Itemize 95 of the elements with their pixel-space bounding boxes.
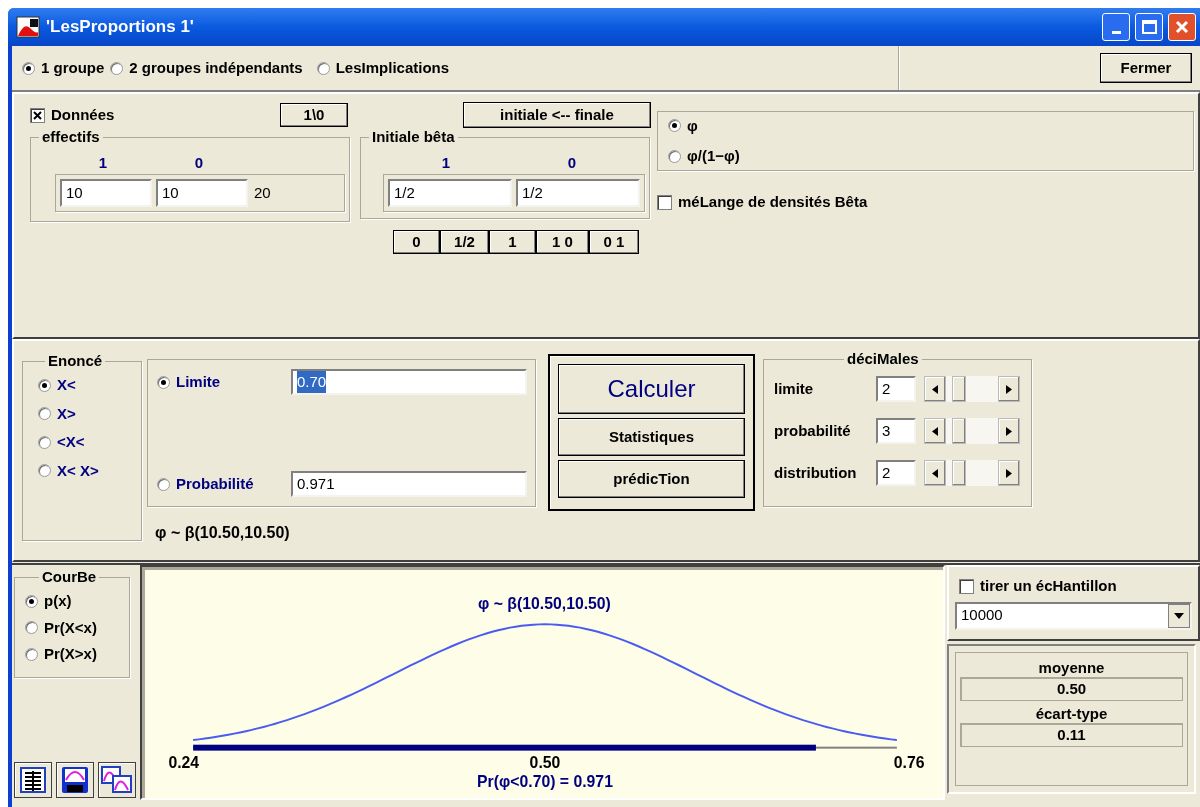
preset-button[interactable]: 0 1: [589, 230, 639, 254]
left-arrow-icon: [932, 384, 938, 394]
app-icon: [16, 16, 40, 38]
maximize-button[interactable]: [1135, 13, 1163, 41]
scroll-left-button[interactable]: [924, 418, 946, 444]
checkbox[interactable]: [959, 578, 974, 594]
radio-button[interactable]: [157, 375, 170, 389]
copy-button[interactable]: initiale <-- finale: [463, 102, 651, 128]
statistic-value: 0.50: [960, 677, 1183, 701]
scroll-left-button[interactable]: [924, 460, 946, 486]
sample-size-dropdown[interactable]: 10000: [955, 601, 1192, 630]
minimize-button[interactable]: [1102, 13, 1130, 41]
preset-button[interactable]: 1 0: [536, 230, 589, 254]
preset-button[interactable]: 1/2: [440, 230, 489, 254]
input-field[interactable]: 0.70: [291, 369, 527, 395]
check-mark-icon: [33, 110, 42, 120]
checkbox[interactable]: [657, 194, 672, 210]
scroll-right-button[interactable]: [998, 418, 1020, 444]
radio-label[interactable]: p(x): [44, 590, 72, 613]
statistic-label: écart-type: [1034, 705, 1109, 723]
window-title: 'LesProportions 1': [46, 16, 194, 39]
close-button[interactable]: Fermer: [1100, 53, 1192, 83]
column-header: 0: [193, 153, 205, 172]
radio-label[interactable]: Pr(X>x): [44, 643, 97, 666]
radio-button[interactable]: [38, 464, 51, 478]
input-field[interactable]: 1/2: [388, 179, 512, 207]
radio-button[interactable]: [25, 621, 38, 635]
axis-label: 0.76: [893, 754, 925, 772]
radio-button[interactable]: [38, 407, 51, 421]
radio-button[interactable]: [668, 149, 681, 163]
radio-label[interactable]: <X<: [57, 431, 85, 454]
table-view-button[interactable]: [14, 762, 52, 798]
radio-label[interactable]: X< X>: [57, 459, 99, 482]
axis-label: 0.50: [529, 754, 561, 772]
radio-label[interactable]: Pr(X<x): [44, 616, 97, 639]
close-button[interactable]: [1168, 13, 1196, 41]
distribution-formula: φ ~ β(10.50,10.50): [155, 523, 291, 543]
right-arrow-icon: [1006, 426, 1012, 436]
radio-label[interactable]: X>: [57, 402, 76, 425]
radio-button[interactable]: [38, 435, 51, 449]
scroll-right-button[interactable]: [998, 376, 1020, 402]
left-arrow-icon: [932, 468, 938, 478]
input-field[interactable]: 3: [876, 418, 916, 444]
scrollbar[interactable]: [924, 460, 1020, 486]
radio-label[interactable]: φ: [687, 114, 698, 137]
radio-label[interactable]: X<: [57, 374, 76, 397]
checkbox-label[interactable]: Données: [51, 103, 115, 127]
right-arrow-icon: [1006, 468, 1012, 478]
scroll-thumb[interactable]: [952, 418, 966, 444]
radio-button[interactable]: [25, 647, 38, 661]
scroll-right-button[interactable]: [998, 460, 1020, 486]
radio-button[interactable]: [668, 119, 681, 133]
decimals-label: distribution: [774, 462, 858, 483]
close-icon: [1175, 20, 1189, 34]
checkbox-label[interactable]: méLange de densités Bêta: [678, 191, 868, 214]
column-header: 1: [97, 153, 109, 172]
statistic-value: 0.11: [960, 723, 1183, 747]
input-field[interactable]: 10: [60, 179, 152, 207]
input-field[interactable]: 2: [876, 460, 916, 486]
plot-title: φ ~ β(10.50,10.50): [478, 595, 611, 613]
scroll-left-button[interactable]: [924, 376, 946, 402]
preset-button[interactable]: 0: [393, 230, 440, 254]
scrollbar[interactable]: [924, 376, 1020, 402]
statistics-button[interactable]: Statistiques: [558, 418, 745, 456]
column-header: 1: [440, 153, 452, 172]
radio-label[interactable]: 1 groupe: [41, 56, 105, 80]
right-arrow-icon: [1006, 384, 1012, 394]
decimals-label: limite: [774, 378, 815, 399]
prediction-button[interactable]: prédicTion: [558, 460, 745, 498]
input-field[interactable]: 1/2: [516, 179, 640, 207]
scroll-thumb[interactable]: [952, 376, 966, 402]
radio-label[interactable]: 2 groupes indépendants: [129, 56, 303, 80]
input-field[interactable]: 2: [876, 376, 916, 402]
total-count: 20: [254, 182, 271, 203]
calculate-button[interactable]: Calculer: [558, 364, 745, 414]
swap-button[interactable]: 1\0: [280, 103, 348, 127]
scrollbar[interactable]: [924, 418, 1020, 444]
left-arrow-icon: [932, 426, 938, 436]
checkbox[interactable]: [30, 107, 45, 123]
preset-button[interactable]: 1: [489, 230, 536, 254]
radio-label[interactable]: LesImplications: [335, 56, 450, 80]
axis-label: 0.24: [168, 754, 200, 772]
radio-label[interactable]: Limite: [176, 370, 221, 394]
scroll-thumb[interactable]: [952, 460, 966, 486]
column-header: 0: [566, 153, 578, 172]
input-field[interactable]: 10: [156, 179, 248, 207]
input-field[interactable]: 0.971: [291, 471, 527, 497]
save-chart-button[interactable]: [56, 762, 94, 798]
compare-charts-button[interactable]: [98, 762, 136, 798]
radio-label[interactable]: φ/(1−φ): [687, 145, 740, 168]
probability-caption: Pr(φ<0.70) = 0.971: [477, 773, 613, 791]
checkbox-label[interactable]: tirer un écHantillon: [980, 575, 1117, 598]
radio-label[interactable]: Probabilité: [176, 472, 254, 496]
decimals-label: probabilité: [774, 420, 852, 441]
statistic-label: moyenne: [1037, 659, 1106, 677]
